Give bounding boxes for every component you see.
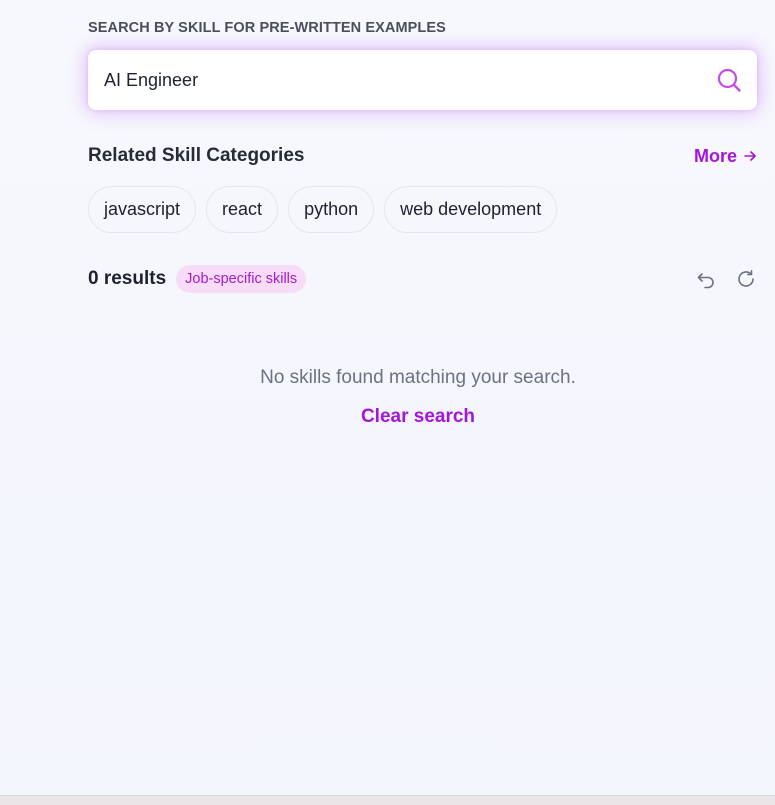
clear-search-link[interactable]: Clear search [88, 406, 748, 428]
more-label: More [693, 145, 737, 166]
results-row: 0 results Job-specific skills [88, 263, 757, 295]
undo-button[interactable] [695, 268, 717, 290]
results-filter-badge[interactable]: Job-specific skills [176, 265, 307, 293]
refresh-icon [738, 269, 754, 287]
more-link[interactable]: More [694, 146, 757, 167]
section-label: SEARCH BY SKILL FOR PRE-WRITTEN EXAMPLES [88, 20, 446, 36]
bottom-strip [0, 795, 775, 805]
results-count: 0 results [88, 268, 167, 289]
chip-javascript[interactable]: javascript [88, 186, 197, 233]
chip-web-development[interactable]: web development [384, 186, 558, 233]
undo-icon [697, 273, 714, 289]
search-input[interactable] [88, 50, 715, 110]
empty-state-message: No skills found matching your search. [260, 367, 576, 388]
skill-chips: javascript react python web development [88, 186, 558, 233]
related-header: Related Skill Categories More [88, 145, 757, 167]
refresh-button[interactable] [735, 268, 757, 290]
search-box [88, 50, 757, 110]
chip-python[interactable]: python [288, 186, 375, 233]
search-button[interactable] [715, 66, 743, 94]
results-actions [695, 268, 757, 290]
search-icon [717, 68, 741, 92]
arrow-right-icon [744, 151, 756, 161]
related-title: Related Skill Categories [88, 145, 305, 166]
chip-react[interactable]: react [206, 186, 279, 233]
